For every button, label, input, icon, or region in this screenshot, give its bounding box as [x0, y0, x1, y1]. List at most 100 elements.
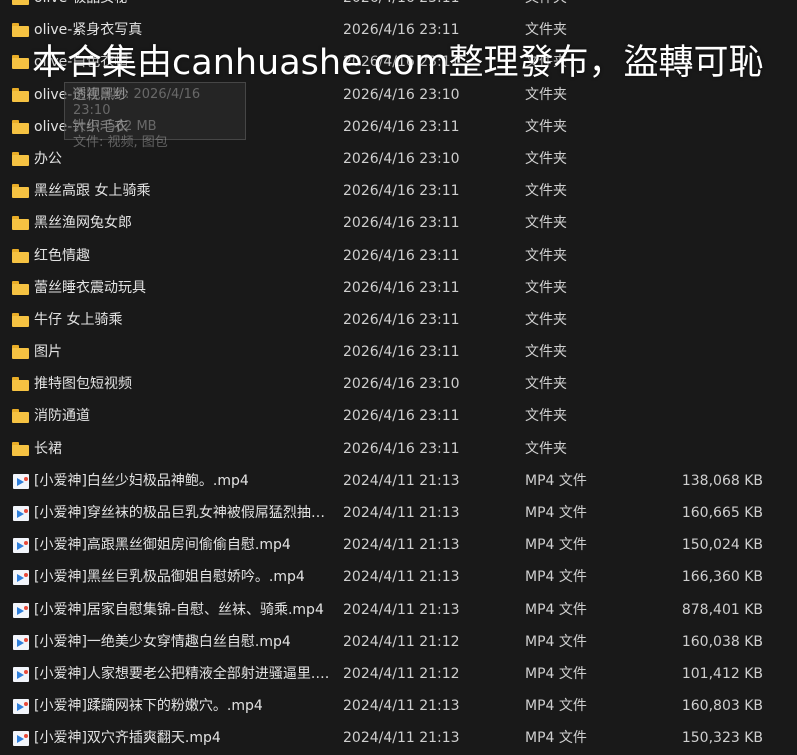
file-row[interactable]: [小爱神]双穴齐插爽翻天.mp4 2024/4/11 21:13 MP4 文件 150… — [0, 722, 797, 754]
video-file-icon — [12, 731, 30, 747]
file-row[interactable]: [小爱神]人家想要老公把精液全部射进骚逼里.m... 2024/4/11 21:1… — [0, 658, 797, 690]
file-type: 文件夹 — [525, 376, 567, 393]
modified-date: 2026/4/16 23:11 — [343, 247, 460, 264]
modified-date: 2024/4/11 21:13 — [343, 601, 460, 618]
file-row[interactable]: [小爱神]白丝少妇极品神鲍。.mp4 2024/4/11 21:13 MP4 文件 1… — [0, 465, 797, 497]
file-name: [小爱神]黑丝巨乳极品御姐自慰娇吟。.mp4 — [34, 569, 305, 586]
file-type: MP4 文件 — [525, 472, 587, 489]
folder-icon — [12, 0, 30, 6]
file-type: 文件夹 — [525, 408, 567, 425]
file-type: 文件夹 — [525, 183, 567, 200]
tooltip-date: 创建日期: 2026/4/16 23:10 — [73, 87, 201, 118]
file-row[interactable]: [小爱神]高跟黑丝御姐房间偷偷自慰.mp4 2024/4/11 21:13 MP4 … — [0, 529, 797, 561]
modified-date: 2026/4/16 23:11 — [343, 215, 460, 232]
folder-row[interactable]: 长裙 2026/4/16 23:11 文件夹 — [0, 433, 797, 465]
file-size: 160,038 KB — [681, 633, 763, 650]
folder-icon — [12, 377, 30, 392]
file-size: 160,665 KB — [681, 505, 763, 521]
modified-date: 2026/4/16 23:11 — [343, 344, 460, 361]
modified-date: 2024/4/11 21:12 — [343, 665, 460, 682]
modified-date: 2026/4/16 23:11 — [343, 311, 460, 328]
modified-date: 2026/4/16 23:11 — [343, 118, 460, 135]
file-name: olive-极品女秘 — [34, 0, 330, 14]
file-type: 文件夹 — [525, 150, 567, 167]
file-type: 文件夹 — [525, 247, 567, 264]
file-type: 文件夹 — [525, 118, 567, 135]
file-size: 878,401 KB — [681, 601, 763, 618]
folder-icon — [12, 280, 30, 296]
file-name: 牛仔 女上骑乘 — [34, 311, 123, 328]
modified-date: 2026/4/16 23:11 — [343, 440, 460, 457]
file-type: 文件夹 — [525, 344, 567, 361]
file-size: 138,068 KB — [681, 472, 763, 489]
folder-icon — [12, 151, 30, 167]
folder-icon — [12, 345, 30, 360]
video-file-icon — [12, 570, 30, 586]
video-file-icon — [12, 538, 30, 554]
watermark-text: 本合集由canhuashe.com整理發布，盜轉可恥 — [32, 43, 764, 83]
file-name: [小爱神]人家想要老公把精液全部射进骚逼里.m... — [34, 665, 330, 682]
file-type: 文件夹 — [525, 311, 567, 328]
video-file-icon — [12, 506, 30, 521]
modified-date: 2024/4/11 21:13 — [343, 505, 460, 521]
file-type: MP4 文件 — [525, 505, 587, 521]
file-type: 文件夹 — [525, 215, 567, 232]
folder-icon — [12, 119, 30, 135]
folder-info-tooltip: 创建日期: 2026/4/16 23:10 大小: 562 MB 文件: 视频,… — [64, 82, 246, 150]
modified-date: 2026/4/16 23:11 — [343, 279, 460, 296]
modified-date: 2024/4/11 21:13 — [343, 698, 460, 715]
tooltip-files: 文件: 视频, 图包 — [73, 135, 168, 150]
file-name: 黑丝渔网兔女郎 — [34, 215, 132, 232]
folder-icon — [12, 216, 30, 231]
file-row[interactable]: [小爱神]穿丝袜的极品巨乳女神被假屌猛烈抽插... 2024/4/11 21:13… — [0, 497, 797, 529]
file-name: [小爱神]高跟黑丝御姐房间偷偷自慰.mp4 — [34, 537, 291, 554]
folder-icon — [12, 248, 30, 264]
tooltip-size: 大小: 562 MB — [73, 119, 157, 134]
folder-row[interactable]: 蕾丝睡衣震动玩具 2026/4/16 23:11 文件夹 — [0, 272, 797, 304]
modified-date: 2024/4/11 21:13 — [343, 472, 460, 489]
file-type: MP4 文件 — [525, 601, 587, 618]
file-type: 文件夹 — [525, 440, 567, 457]
folder-icon — [12, 441, 30, 457]
file-size: 160,803 KB — [681, 698, 763, 715]
file-row[interactable]: [小爱神]居家自慰集锦-自慰、丝袜、骑乘.mp4 2024/4/11 21:13 M… — [0, 594, 797, 626]
file-type: MP4 文件 — [525, 569, 587, 586]
folder-icon — [12, 87, 30, 103]
folder-row[interactable]: 黑丝渔网兔女郎 2026/4/16 23:11 文件夹 — [0, 207, 797, 239]
folder-icon — [12, 409, 30, 424]
folder-row[interactable]: 图片 2026/4/16 23:11 文件夹 — [0, 336, 797, 368]
file-type: MP4 文件 — [525, 698, 587, 715]
file-name: [小爱神]白丝少妇极品神鲍。.mp4 — [34, 472, 249, 489]
folder-row[interactable]: olive-极品女秘 2026/4/16 23:11 文件夹 — [0, 0, 797, 14]
file-name: 黑丝高跟 女上骑乘 — [34, 183, 151, 200]
video-file-icon — [12, 666, 30, 682]
file-type: 文件夹 — [525, 279, 567, 296]
file-size: 150,323 KB — [681, 730, 763, 747]
folder-icon — [12, 312, 30, 328]
file-name: [小爱神]蹂躏网袜下的粉嫩穴。.mp4 — [34, 698, 263, 715]
folder-row[interactable]: 牛仔 女上骑乘 2026/4/16 23:11 文件夹 — [0, 304, 797, 336]
file-type: MP4 文件 — [525, 633, 587, 650]
file-name: [小爱神]双穴齐插爽翻天.mp4 — [34, 730, 221, 747]
file-name: 红色情趣 — [34, 247, 90, 264]
folder-row[interactable]: 推特图包短视频 2026/4/16 23:10 文件夹 — [0, 368, 797, 400]
file-row[interactable]: [小爱神]一绝美少女穿情趣白丝自慰.mp4 2024/4/11 21:12 MP4 … — [0, 626, 797, 658]
modified-date: 2026/4/16 23:11 — [343, 408, 460, 425]
modified-date: 2024/4/11 21:13 — [343, 537, 460, 554]
file-name: 蕾丝睡衣震动玩具 — [34, 279, 146, 296]
file-row[interactable]: [小爱神]蹂躏网袜下的粉嫩穴。.mp4 2024/4/11 21:13 MP4 文件… — [0, 690, 797, 722]
file-row[interactable]: [小爱神]黑丝巨乳极品御姐自慰娇吟。.mp4 2024/4/11 21:13 MP4… — [0, 561, 797, 593]
folder-row[interactable]: 红色情趣 2026/4/16 23:11 文件夹 — [0, 240, 797, 272]
file-name: 推特图包短视频 — [34, 376, 132, 393]
file-type: MP4 文件 — [525, 730, 587, 747]
folder-row[interactable]: 黑丝高跟 女上骑乘 2026/4/16 23:11 文件夹 — [0, 175, 797, 207]
folder-icon — [12, 23, 30, 38]
video-file-icon — [12, 699, 30, 715]
modified-date: 2026/4/16 23:10 — [343, 150, 460, 167]
folder-row[interactable]: 消防通道 2026/4/16 23:11 文件夹 — [0, 400, 797, 432]
file-size: 150,024 KB — [681, 537, 763, 554]
folder-icon — [12, 184, 30, 199]
file-name: 图片 — [34, 344, 62, 361]
file-type: MP4 文件 — [525, 665, 587, 682]
file-name: [小爱神]居家自慰集锦-自慰、丝袜、骑乘.mp4 — [34, 601, 324, 618]
